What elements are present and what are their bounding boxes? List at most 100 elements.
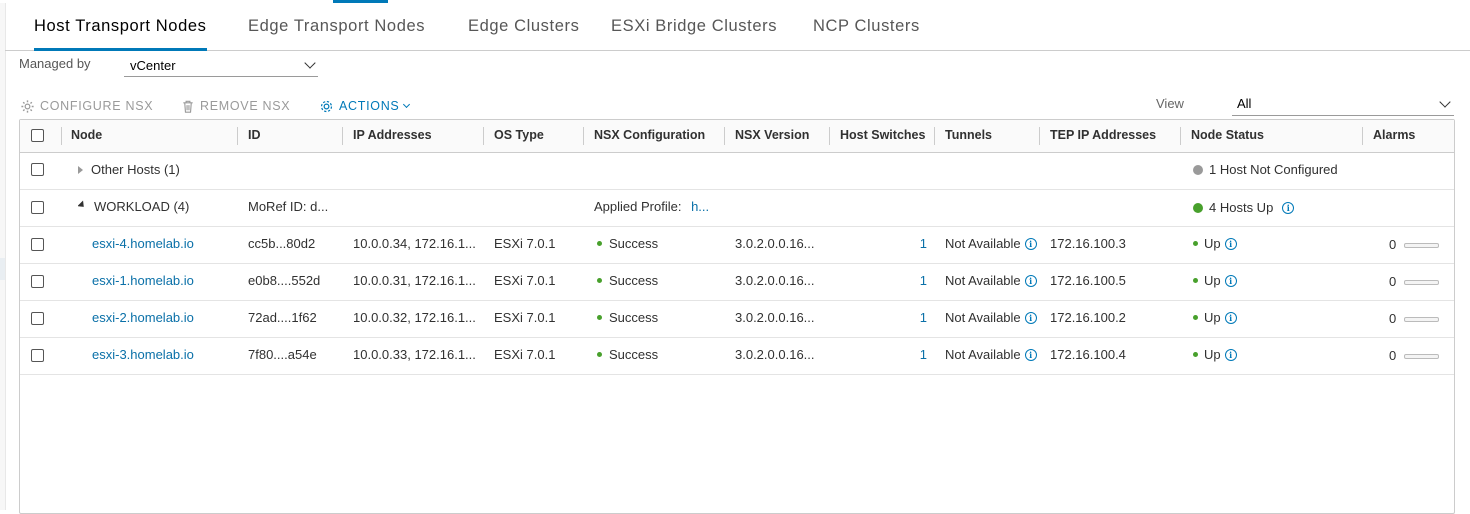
host-alarms-count: 0	[1389, 274, 1397, 289]
view-label: View	[1156, 96, 1184, 111]
status-dot-icon	[1193, 241, 1198, 247]
success-dot-icon	[597, 241, 602, 247]
info-icon[interactable]: i	[1224, 274, 1237, 287]
success-dot-icon	[597, 352, 602, 358]
caret-down-icon	[78, 200, 87, 210]
host-switches-link[interactable]: 1	[918, 226, 927, 262]
host-tunnels: Not Available i	[945, 226, 1041, 262]
host-node-link[interactable]: esxi-3.homelab.io	[92, 337, 194, 373]
column-header-os-type[interactable]: OS Type	[494, 120, 544, 152]
host-alarms-count: 0	[1389, 311, 1397, 326]
host-node-link[interactable]: esxi-4.homelab.io	[92, 226, 194, 262]
table-row[interactable]: esxi-2.homelab.io 72ad....1f62 10.0.0.32…	[20, 300, 1454, 338]
host-tunnels: Not Available i	[945, 300, 1041, 336]
info-icon[interactable]: i	[1224, 348, 1237, 361]
column-header-ip-addresses[interactable]: IP Addresses	[353, 120, 432, 152]
info-icon[interactable]: i	[1282, 201, 1295, 214]
column-header-nsx-version[interactable]: NSX Version	[735, 120, 809, 152]
host-nsx-config-text: Success	[609, 273, 659, 288]
host-status-text: Up	[1204, 236, 1221, 251]
column-header-nsx-configuration[interactable]: NSX Configuration	[594, 120, 705, 152]
info-icon[interactable]: i	[1224, 311, 1237, 324]
host-nsx-version: 3.0.2.0.0.16...	[735, 273, 815, 288]
tab-ncp-clusters[interactable]: NCP Clusters	[813, 3, 920, 50]
remove-nsx-label: REMOVE NSX	[200, 99, 291, 113]
column-header-tep-ip-addresses[interactable]: TEP IP Addresses	[1050, 120, 1156, 152]
info-icon[interactable]: i	[1024, 311, 1037, 324]
row-checkbox[interactable]	[31, 312, 44, 325]
managed-by-value: vCenter	[130, 58, 176, 73]
host-os: ESXi 7.0.1	[494, 310, 556, 325]
tab-edge-clusters[interactable]: Edge Clusters	[468, 3, 579, 50]
row-checkbox[interactable]	[31, 163, 44, 176]
view-select[interactable]: All	[1232, 93, 1454, 116]
tab-esxi-bridge-clusters[interactable]: ESXi Bridge Clusters	[611, 3, 777, 50]
host-tep-ip: 172.16.100.4	[1050, 347, 1126, 362]
column-header-node-status[interactable]: Node Status	[1191, 120, 1264, 152]
tab-edge-transport-nodes[interactable]: Edge Transport Nodes	[248, 3, 425, 50]
group-row-workload[interactable]: WORKLOAD (4) MoRef ID: d... Applied Prof…	[20, 189, 1454, 227]
group-row-other-hosts[interactable]: Other Hosts (1) 1 Host Not Configured	[20, 152, 1454, 190]
tab-host-transport-nodes[interactable]: Host Transport Nodes	[34, 3, 207, 51]
host-switches-link[interactable]: 1	[918, 300, 927, 336]
host-switches-link[interactable]: 1	[918, 337, 927, 373]
alarm-bar	[1404, 280, 1440, 286]
node-status: 1 Host Not Configured	[1193, 152, 1338, 188]
applied-profile: Applied Profile: h...	[594, 189, 709, 225]
host-switches-link[interactable]: 1	[918, 263, 927, 299]
group-toggle[interactable]: WORKLOAD (4)	[78, 189, 189, 225]
host-os: ESXi 7.0.1	[494, 347, 556, 362]
column-header-id[interactable]: ID	[248, 120, 261, 152]
column-header-alarms[interactable]: Alarms	[1373, 120, 1415, 152]
host-tunnels: Not Available i	[945, 337, 1041, 373]
row-checkbox[interactable]	[31, 275, 44, 288]
host-status: Up i	[1193, 226, 1237, 262]
left-panel-edge	[0, 3, 6, 510]
column-divider	[583, 127, 584, 145]
table-row[interactable]: esxi-4.homelab.io cc5b...80d2 10.0.0.34,…	[20, 226, 1454, 264]
host-alarms: 0	[1389, 227, 1440, 263]
column-header-host-switches[interactable]: Host Switches	[840, 120, 925, 152]
host-nsx-version: 3.0.2.0.0.16...	[735, 236, 815, 251]
host-nsx-config-text: Success	[609, 347, 659, 362]
info-icon[interactable]: i	[1024, 237, 1037, 250]
info-icon[interactable]: i	[1224, 237, 1237, 250]
host-ip: 10.0.0.34, 172.16.1...	[353, 236, 476, 251]
gear-icon	[320, 100, 333, 112]
actions-label: ACTIONS	[339, 99, 400, 113]
transport-nodes-grid: Node ID IP Addresses OS Type NSX Configu…	[19, 119, 1455, 514]
host-node-link[interactable]: esxi-1.homelab.io	[92, 263, 194, 299]
row-checkbox[interactable]	[31, 349, 44, 362]
column-divider	[61, 127, 62, 145]
group-toggle[interactable]: Other Hosts (1)	[78, 152, 180, 188]
host-status: Up i	[1193, 300, 1237, 336]
column-divider	[342, 127, 343, 145]
alarm-bar	[1404, 317, 1440, 323]
select-all-checkbox[interactable]	[31, 129, 44, 142]
table-row[interactable]: esxi-1.homelab.io e0b8....552d 10.0.0.31…	[20, 263, 1454, 301]
managed-by-label: Managed by	[19, 56, 91, 71]
table-row[interactable]: esxi-3.homelab.io 7f80....a54e 10.0.0.33…	[20, 337, 1454, 375]
host-status-text: Up	[1204, 310, 1221, 325]
group-name: Other Hosts (1)	[91, 162, 180, 177]
managed-by-select[interactable]: vCenter	[124, 54, 318, 77]
host-os: ESXi 7.0.1	[494, 236, 556, 251]
column-divider	[829, 127, 830, 145]
host-status: Up i	[1193, 263, 1237, 299]
left-panel-handle[interactable]	[0, 258, 5, 280]
row-checkbox[interactable]	[31, 201, 44, 214]
column-header-node[interactable]: Node	[71, 120, 102, 152]
host-status-text: Up	[1204, 347, 1221, 362]
info-icon[interactable]: i	[1024, 274, 1037, 287]
applied-profile-link[interactable]: h...	[691, 199, 709, 214]
host-id: e0b8....552d	[248, 273, 321, 288]
remove-nsx-button[interactable]: REMOVE NSX	[181, 97, 290, 115]
host-node-link[interactable]: esxi-2.homelab.io	[92, 300, 194, 336]
info-icon[interactable]: i	[1024, 348, 1037, 361]
status-text: 4 Hosts Up	[1209, 200, 1274, 215]
column-header-tunnels[interactable]: Tunnels	[945, 120, 992, 152]
column-divider	[1180, 127, 1181, 145]
actions-menu-button[interactable]: ACTIONS	[319, 97, 411, 115]
row-checkbox[interactable]	[31, 238, 44, 251]
configure-nsx-button[interactable]: CONFIGURE NSX	[20, 97, 153, 115]
